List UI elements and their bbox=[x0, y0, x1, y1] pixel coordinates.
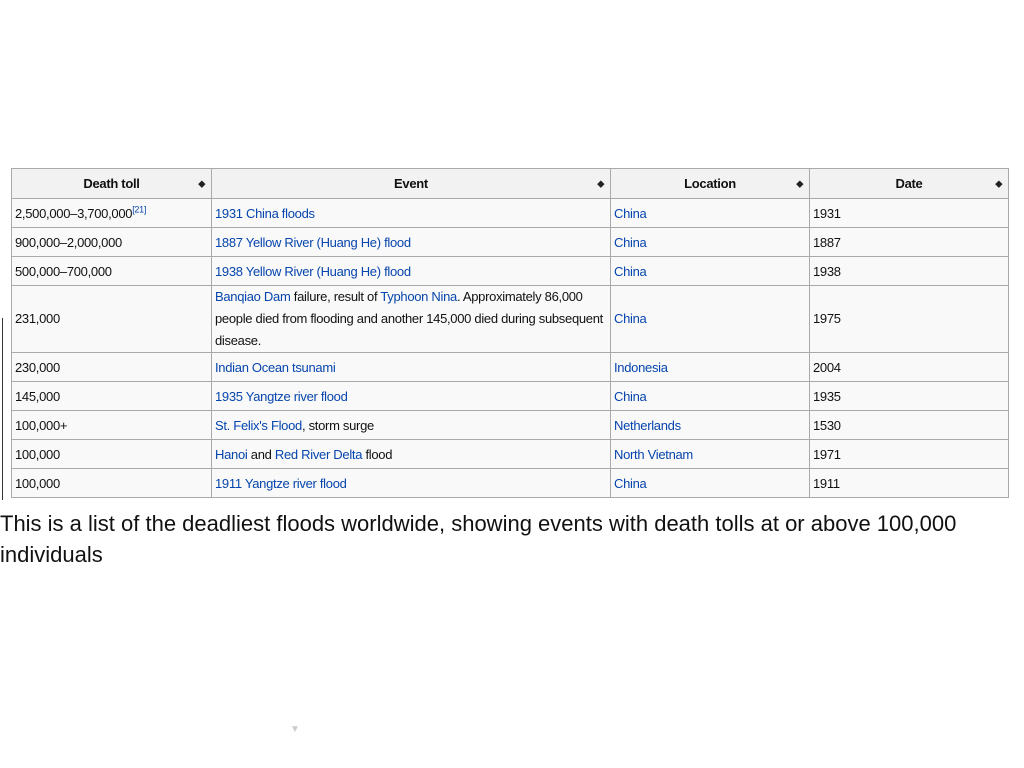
cell-location: North Vietnam bbox=[610, 439, 810, 469]
table-body: 2,500,000–3,700,000[21] 1931 China floods… bbox=[11, 198, 1009, 498]
cell-event: Indian Ocean tsunami bbox=[211, 352, 611, 382]
cell-event: 1938 Yellow River (Huang He) flood bbox=[211, 256, 611, 286]
cell-date: 1938 bbox=[809, 256, 1009, 286]
event-link[interactable]: 1938 Yellow River (Huang He) flood bbox=[215, 264, 411, 279]
sort-updown-icon[interactable]: ◆ bbox=[597, 179, 604, 188]
event-link[interactable]: Hanoi bbox=[215, 447, 248, 462]
cell-event: St. Felix's Flood, storm surge bbox=[211, 410, 611, 440]
table-row: 230,000 Indian Ocean tsunami Indonesia 2004 bbox=[11, 352, 1009, 382]
table-row: 900,000–2,000,000 1887 Yellow River (Huan… bbox=[11, 227, 1009, 257]
cell-date: 1935 bbox=[809, 381, 1009, 411]
cell-location: Indonesia bbox=[610, 352, 810, 382]
cell-date: 1530 bbox=[809, 410, 1009, 440]
table-row: 100,000 Hanoi and Red River Delta flood No… bbox=[11, 439, 1009, 469]
header-label: Date bbox=[895, 176, 923, 191]
cell-location: China bbox=[610, 468, 810, 498]
table-row: 145,000 1935 Yangtze river flood China 1935 bbox=[11, 381, 1009, 411]
cell-death-toll: 100,000 bbox=[11, 468, 212, 498]
table-row: 231,000 Banqiao Dam failure, result of Ty… bbox=[11, 285, 1009, 353]
event-text: flood bbox=[362, 446, 393, 462]
cell-location: China bbox=[610, 256, 810, 286]
death-toll-text: 100,000 bbox=[15, 446, 60, 462]
event-link[interactable]: Red River Delta bbox=[275, 447, 363, 462]
event-text: and bbox=[247, 446, 275, 462]
cell-date: 2004 bbox=[809, 352, 1009, 382]
location-link[interactable]: China bbox=[614, 476, 647, 491]
location-link[interactable]: Indonesia bbox=[614, 360, 668, 375]
reference-link[interactable]: [21] bbox=[132, 204, 146, 214]
header-label: Location bbox=[684, 176, 736, 191]
event-text: , storm surge bbox=[301, 417, 374, 433]
cell-death-toll: 230,000 bbox=[11, 352, 212, 382]
event-link[interactable]: Typhoon Nina bbox=[380, 289, 457, 304]
event-link[interactable]: St. Felix's Flood bbox=[215, 418, 302, 433]
event-link[interactable]: 1935 Yangtze river flood bbox=[215, 389, 348, 404]
header-row: Death toll ◆ Event ◆ Location ◆ Date ◆ bbox=[11, 168, 1009, 199]
cell-location: China bbox=[610, 227, 810, 257]
location-link[interactable]: North Vietnam bbox=[614, 447, 693, 462]
cell-event: 1935 Yangtze river flood bbox=[211, 381, 611, 411]
location-link[interactable]: Netherlands bbox=[614, 418, 681, 433]
header-label: Death toll bbox=[83, 176, 140, 191]
cell-date: 1971 bbox=[809, 439, 1009, 469]
cell-event: 1911 Yangtze river flood bbox=[211, 468, 611, 498]
header-label: Event bbox=[394, 176, 428, 191]
floods-table-container: Death toll ◆ Event ◆ Location ◆ Date ◆ 2… bbox=[11, 168, 1009, 498]
event-link[interactable]: Banqiao Dam bbox=[215, 289, 291, 304]
table-caption: This is a list of the deadliest floods w… bbox=[0, 511, 957, 567]
cell-event: Hanoi and Red River Delta flood bbox=[211, 439, 611, 469]
location-link[interactable]: China bbox=[614, 389, 647, 404]
location-link[interactable]: China bbox=[614, 264, 647, 279]
header-location[interactable]: Location ◆ bbox=[610, 168, 810, 199]
death-toll-text: 100,000+ bbox=[15, 417, 68, 433]
death-toll-text: 145,000 bbox=[15, 388, 60, 404]
header-death-toll[interactable]: Death toll ◆ bbox=[11, 168, 212, 199]
header-date[interactable]: Date ◆ bbox=[809, 168, 1009, 199]
table-row: 2,500,000–3,700,000[21] 1931 China floods… bbox=[11, 198, 1009, 228]
event-link[interactable]: 1911 Yangtze river flood bbox=[215, 476, 347, 491]
cell-event: 1887 Yellow River (Huang He) flood bbox=[211, 227, 611, 257]
table-row: 100,000 1911 Yangtze river flood China 1911 bbox=[11, 468, 1009, 498]
cell-death-toll: 900,000–2,000,000 bbox=[11, 227, 212, 257]
death-toll-text: 100,000 bbox=[15, 475, 60, 491]
cell-death-toll: 500,000–700,000 bbox=[11, 256, 212, 286]
location-link[interactable]: China bbox=[614, 235, 647, 250]
cell-location: China bbox=[610, 198, 810, 228]
cell-event: Banqiao Dam failure, result of Typhoon N… bbox=[211, 285, 611, 353]
cell-location: Netherlands bbox=[610, 410, 810, 440]
cell-event: 1931 China floods bbox=[211, 198, 611, 228]
cell-location: China bbox=[610, 285, 810, 353]
cell-date: 1931 bbox=[809, 198, 1009, 228]
event-link[interactable]: Indian Ocean tsunami bbox=[215, 360, 336, 375]
event-text: failure, result of bbox=[290, 289, 381, 304]
death-toll-text: 900,000–2,000,000 bbox=[15, 234, 122, 250]
event-link[interactable]: 1887 Yellow River (Huang He) flood bbox=[215, 235, 411, 250]
death-toll-text: 231,000 bbox=[15, 311, 60, 326]
cell-date: 1911 bbox=[809, 468, 1009, 498]
cell-date: 1975 bbox=[809, 285, 1009, 353]
cell-death-toll: 231,000 bbox=[11, 285, 212, 353]
table-row: 500,000–700,000 1938 Yellow River (Huang … bbox=[11, 256, 1009, 286]
header-event[interactable]: Event ◆ bbox=[211, 168, 611, 199]
death-toll-text: 2,500,000–3,700,000 bbox=[15, 205, 133, 221]
death-toll-text: 500,000–700,000 bbox=[15, 263, 112, 279]
sort-updown-icon[interactable]: ◆ bbox=[198, 179, 205, 188]
table-row: 100,000+ St. Felix's Flood, storm surge Ne… bbox=[11, 410, 1009, 440]
location-link[interactable]: China bbox=[614, 311, 647, 326]
floods-table: Death toll ◆ Event ◆ Location ◆ Date ◆ 2… bbox=[11, 168, 1009, 498]
location-link[interactable]: China bbox=[614, 206, 647, 221]
cell-date: 1887 bbox=[809, 227, 1009, 257]
cell-death-toll: 2,500,000–3,700,000[21] bbox=[11, 198, 212, 228]
event-link[interactable]: 1931 China floods bbox=[215, 206, 315, 221]
sort-updown-icon[interactable]: ◆ bbox=[796, 179, 803, 188]
cell-death-toll: 145,000 bbox=[11, 381, 212, 411]
left-vertical-rule bbox=[2, 318, 3, 500]
cell-location: China bbox=[610, 381, 810, 411]
cell-death-toll: 100,000 bbox=[11, 439, 212, 469]
chevron-down-icon: ▼ bbox=[290, 724, 300, 735]
sort-updown-icon[interactable]: ◆ bbox=[995, 179, 1002, 188]
cell-death-toll: 100,000+ bbox=[11, 410, 212, 440]
death-toll-text: 230,000 bbox=[15, 359, 60, 375]
